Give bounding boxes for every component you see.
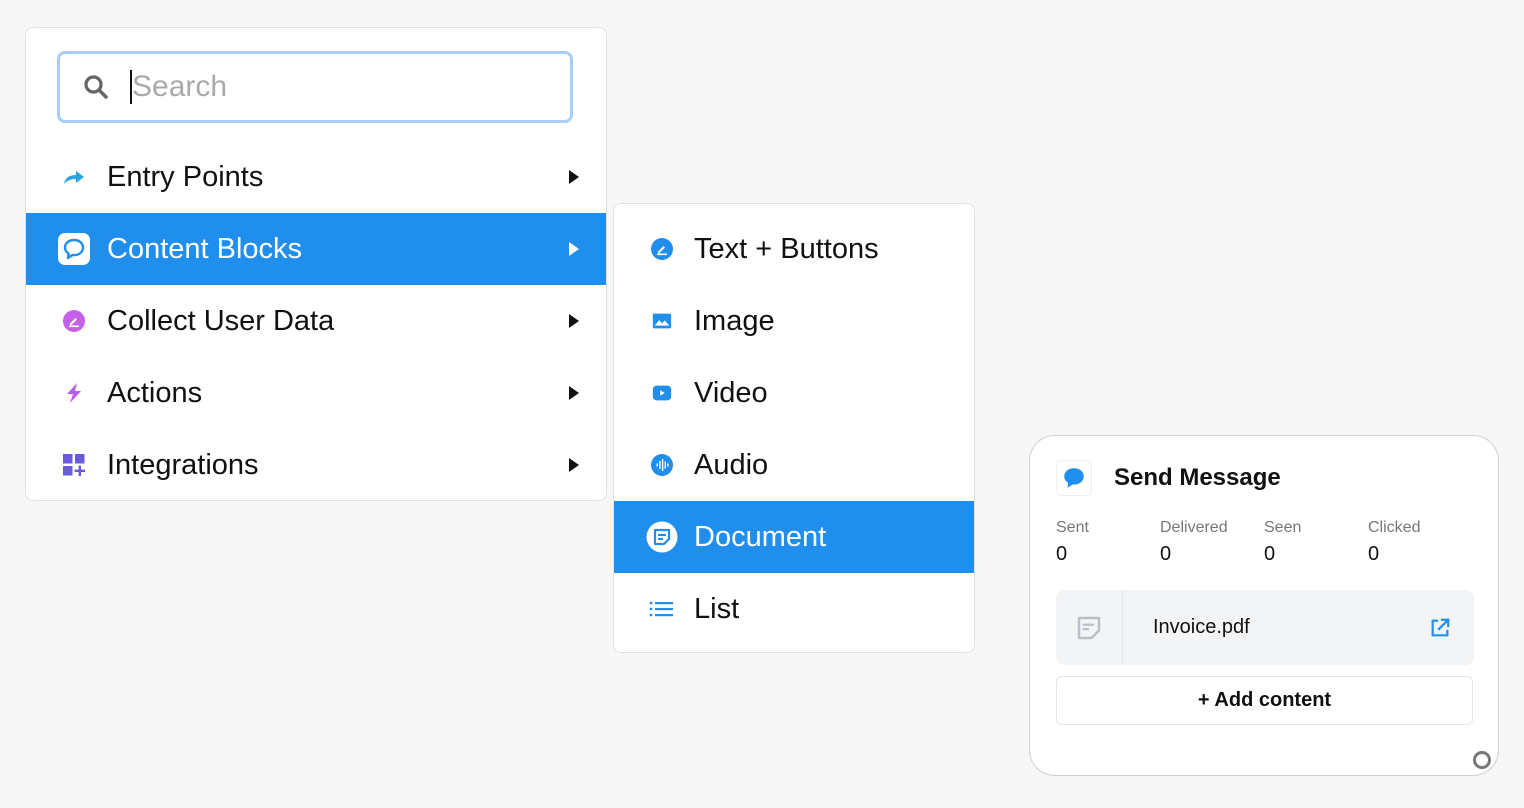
chevron-right-icon bbox=[569, 386, 579, 400]
document-attachment[interactable]: Invoice.pdf bbox=[1056, 590, 1474, 665]
menu-item-label: Content Blocks bbox=[107, 232, 303, 265]
search-icon bbox=[80, 71, 112, 103]
menu-item-entry-points[interactable]: Entry Points bbox=[26, 141, 606, 213]
menu-item-label: Collect User Data bbox=[107, 304, 335, 337]
list-icon bbox=[646, 593, 678, 625]
document-icon bbox=[1056, 590, 1123, 665]
stat-label: Seen bbox=[1264, 519, 1302, 536]
search-field[interactable] bbox=[57, 51, 573, 123]
chevron-right-icon bbox=[569, 458, 579, 472]
stat-seen: Seen 0 bbox=[1264, 519, 1301, 566]
node-title: Send Message bbox=[1114, 464, 1281, 491]
menu-item-label: Entry Points bbox=[107, 160, 264, 193]
submenu-item-label: List bbox=[694, 592, 740, 625]
node-stats: Sent 0 Delivered 0 Seen 0 Clicked 0 bbox=[1056, 519, 1476, 569]
submenu-item-image[interactable]: Image bbox=[614, 285, 974, 357]
add-content-button[interactable]: + Add content bbox=[1056, 676, 1473, 725]
share-arrow-icon bbox=[58, 161, 90, 193]
menu-item-label: Integrations bbox=[107, 448, 259, 481]
menu-item-collect-user-data[interactable]: Collect User Data bbox=[26, 285, 606, 357]
menu-item-label: Actions bbox=[107, 376, 203, 409]
external-link-icon[interactable] bbox=[1428, 616, 1452, 640]
stat-clicked: Clicked 0 bbox=[1368, 519, 1420, 566]
video-play-icon bbox=[646, 377, 678, 409]
document-icon bbox=[646, 521, 678, 553]
stat-value: 0 bbox=[1160, 543, 1172, 565]
chevron-right-icon bbox=[569, 314, 579, 328]
submenu-item-label: Video bbox=[694, 376, 768, 409]
submenu-item-document[interactable]: Document bbox=[614, 501, 974, 573]
stat-label: Sent bbox=[1056, 519, 1089, 536]
chevron-right-icon bbox=[569, 170, 579, 184]
chevron-right-icon bbox=[569, 242, 579, 256]
audio-wave-icon bbox=[646, 449, 678, 481]
edit-circle-icon bbox=[58, 305, 90, 337]
stat-delivered: Delivered 0 bbox=[1160, 519, 1228, 566]
stat-sent: Sent 0 bbox=[1056, 519, 1089, 566]
image-icon bbox=[646, 305, 678, 337]
submenu-item-label: Image bbox=[694, 304, 775, 337]
menu-item-actions[interactable]: Actions bbox=[26, 357, 606, 429]
send-message-node[interactable]: Send Message Sent 0 Delivered 0 Seen 0 C… bbox=[1029, 435, 1499, 776]
submenu-item-label: Audio bbox=[694, 448, 769, 481]
submenu-item-label: Text + Buttons bbox=[694, 232, 879, 265]
block-menu: Entry Points Content Blocks Collect User… bbox=[25, 27, 607, 501]
stat-value: 0 bbox=[1264, 543, 1276, 565]
menu-item-content-blocks[interactable]: Content Blocks bbox=[26, 213, 606, 285]
stat-value: 0 bbox=[1368, 543, 1380, 565]
submenu-item-text-buttons[interactable]: Text + Buttons bbox=[614, 213, 974, 285]
connection-handle[interactable] bbox=[1473, 751, 1491, 769]
stat-value: 0 bbox=[1056, 543, 1068, 565]
file-name: Invoice.pdf bbox=[1153, 616, 1250, 638]
message-bubble-icon bbox=[1056, 460, 1092, 496]
message-bubble-icon bbox=[58, 233, 90, 265]
stat-label: Clicked bbox=[1368, 519, 1421, 536]
search-input[interactable] bbox=[132, 70, 532, 104]
submenu-item-label: Document bbox=[694, 520, 827, 553]
content-blocks-submenu: Text + Buttons Image Video Audio Documen… bbox=[613, 203, 975, 653]
submenu-item-audio[interactable]: Audio bbox=[614, 429, 974, 501]
submenu-item-video[interactable]: Video bbox=[614, 357, 974, 429]
edit-circle-icon bbox=[646, 233, 678, 265]
stat-label: Delivered bbox=[1160, 519, 1228, 536]
node-header: Send Message bbox=[1056, 460, 1281, 496]
apps-add-icon bbox=[58, 449, 90, 481]
submenu-item-list[interactable]: List bbox=[614, 573, 974, 645]
menu-item-integrations[interactable]: Integrations bbox=[26, 429, 606, 500]
lightning-icon bbox=[58, 377, 90, 409]
